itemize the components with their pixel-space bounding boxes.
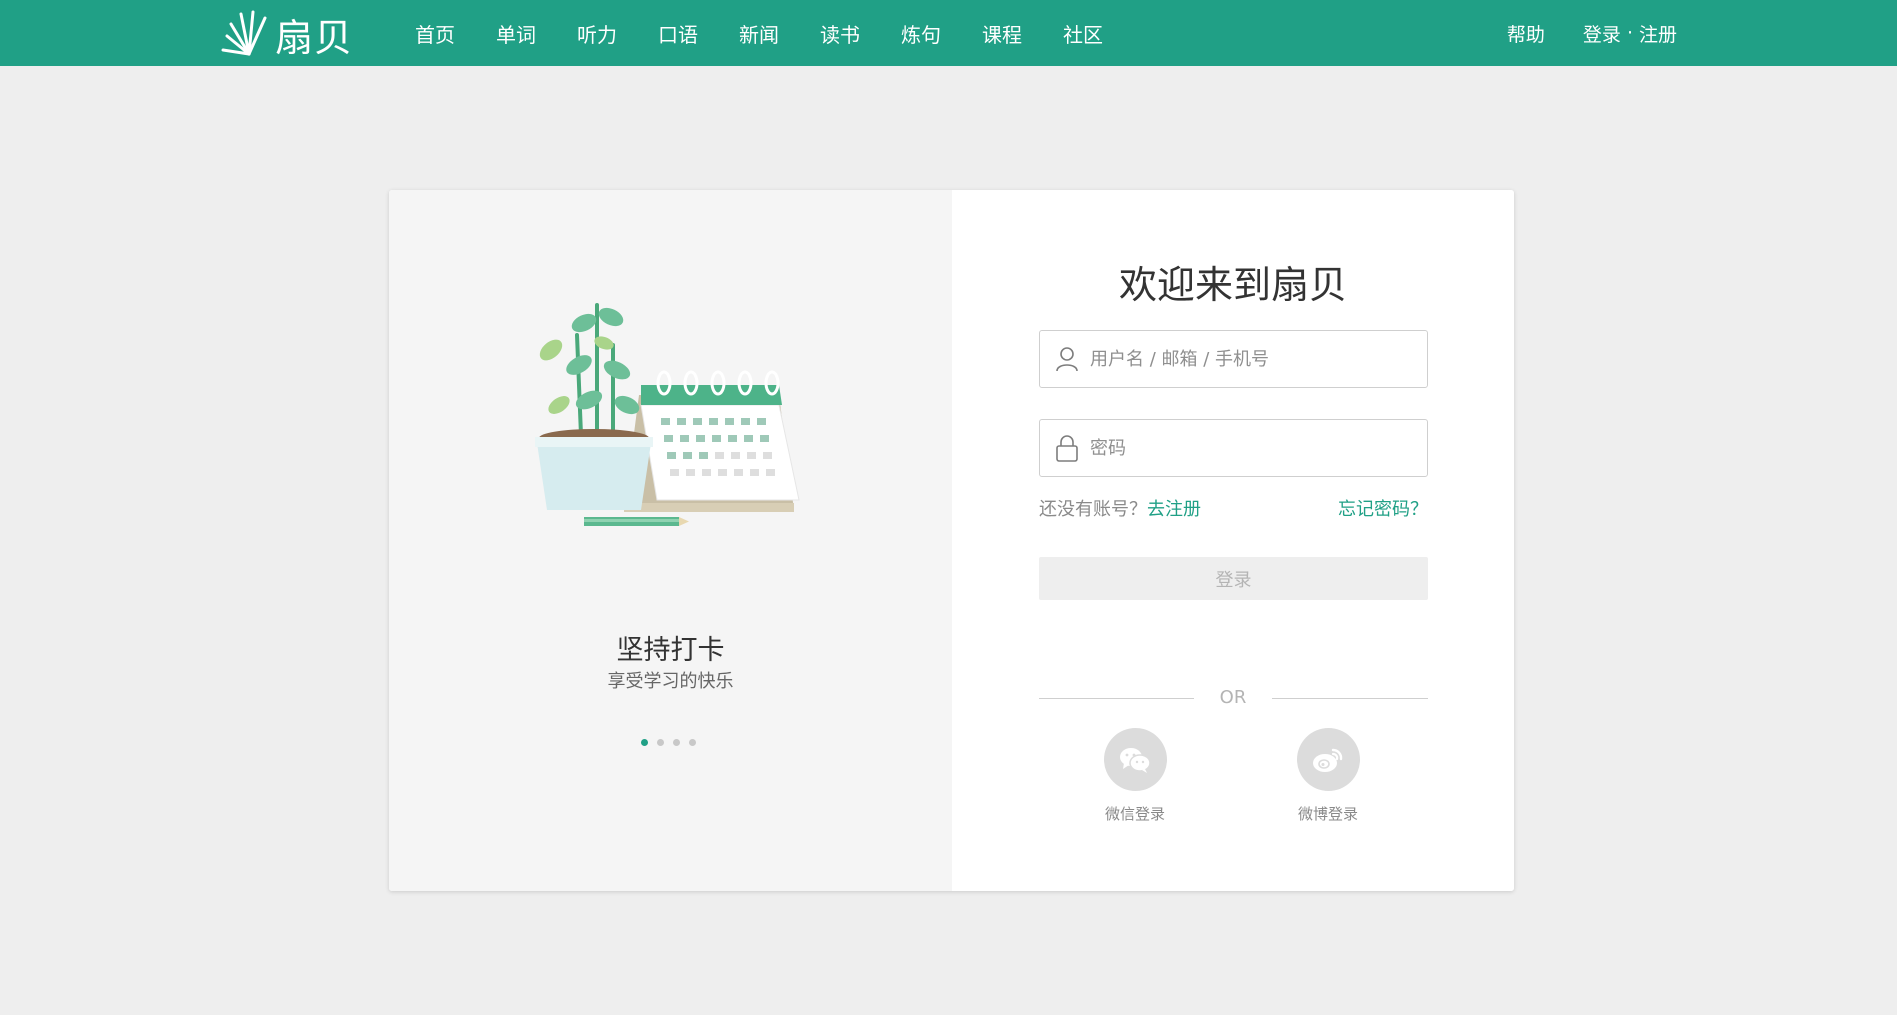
wechat-icon[interactable] (1103, 728, 1167, 791)
carousel-dot[interactable] (641, 739, 648, 746)
carousel-dot[interactable] (673, 739, 680, 746)
or-divider-text: OR (1219, 687, 1247, 708)
login-form: 欢迎来到扇贝 还没有账号？去注册 忘记密码？ (952, 190, 1514, 891)
carousel-dots (641, 739, 705, 746)
promo-carousel: 坚持打卡 享受学习的快乐 (389, 190, 952, 891)
register-prompt: 还没有账号？去注册 (1039, 495, 1201, 521)
nav-item-community[interactable]: 社区 (1063, 19, 1103, 48)
divider-left (1039, 698, 1194, 699)
nav-item-listening[interactable]: 听力 (577, 19, 617, 48)
divider-right (1272, 698, 1428, 699)
logo[interactable]: 扇贝 (219, 10, 353, 60)
nav-item-sentences[interactable]: 炼句 (901, 19, 941, 48)
password-field[interactable] (1039, 419, 1428, 477)
lock-icon (1040, 420, 1090, 476)
nav-item-words[interactable]: 单词 (496, 19, 536, 48)
username-input[interactable] (1090, 334, 1410, 384)
user-icon (1040, 331, 1090, 387)
nav-register-link[interactable]: 注册 (1639, 20, 1677, 47)
weibo-login-label: 微博登录 (1297, 805, 1358, 823)
nav-separator: · (1626, 22, 1633, 44)
logo-fan-icon (221, 10, 267, 56)
wechat-login-button[interactable]: 微信登录 (1090, 728, 1180, 824)
wechat-login-label: 微信登录 (1104, 805, 1165, 823)
help-link[interactable]: 帮助 (1507, 20, 1545, 47)
carousel-dot[interactable] (657, 739, 664, 746)
form-links: 还没有账号？去注册 忘记密码？ (1039, 495, 1428, 521)
slide-subtitle: 享受学习的快乐 (607, 671, 734, 692)
nav-login-link[interactable]: 登录 (1583, 20, 1621, 47)
username-field[interactable] (1039, 330, 1428, 388)
carousel-dot[interactable] (689, 739, 696, 746)
nav-item-reading[interactable]: 读书 (820, 19, 860, 48)
weibo-login-button[interactable]: 微博登录 (1283, 728, 1373, 824)
top-navbar: 扇贝 首页 单词 听力 口语 新闻 读书 炼句 课程 社区 帮助 登录 · 注册 (0, 0, 1897, 66)
password-input[interactable] (1090, 423, 1410, 473)
forgot-password-link[interactable]: 忘记密码？ (1338, 495, 1428, 521)
weibo-icon[interactable] (1296, 728, 1360, 791)
login-button[interactable]: 登录 (1039, 557, 1428, 600)
slide-title: 坚持打卡 (616, 635, 725, 666)
main-nav: 首页 单词 听力 口语 新闻 读书 炼句 课程 社区 (415, 0, 1144, 66)
nav-right: 帮助 登录 · 注册 (1507, 0, 1677, 66)
nav-item-speaking[interactable]: 口语 (658, 19, 698, 48)
register-link[interactable]: 去注册 (1147, 499, 1201, 520)
login-card: 坚持打卡 享受学习的快乐 欢迎来到扇贝 用户名 / 邮箱 / 手机号 还没有账号… (389, 190, 1514, 891)
logo-text: 扇贝 (275, 15, 354, 60)
nav-item-courses[interactable]: 课程 (982, 19, 1022, 48)
nav-item-news[interactable]: 新闻 (739, 19, 779, 48)
welcome-heading: 欢迎来到扇贝 (1118, 263, 1347, 307)
nav-item-home[interactable]: 首页 (415, 19, 455, 48)
plant-calendar-illustration (535, 303, 800, 526)
no-account-text: 还没有账号？ (1039, 499, 1147, 520)
